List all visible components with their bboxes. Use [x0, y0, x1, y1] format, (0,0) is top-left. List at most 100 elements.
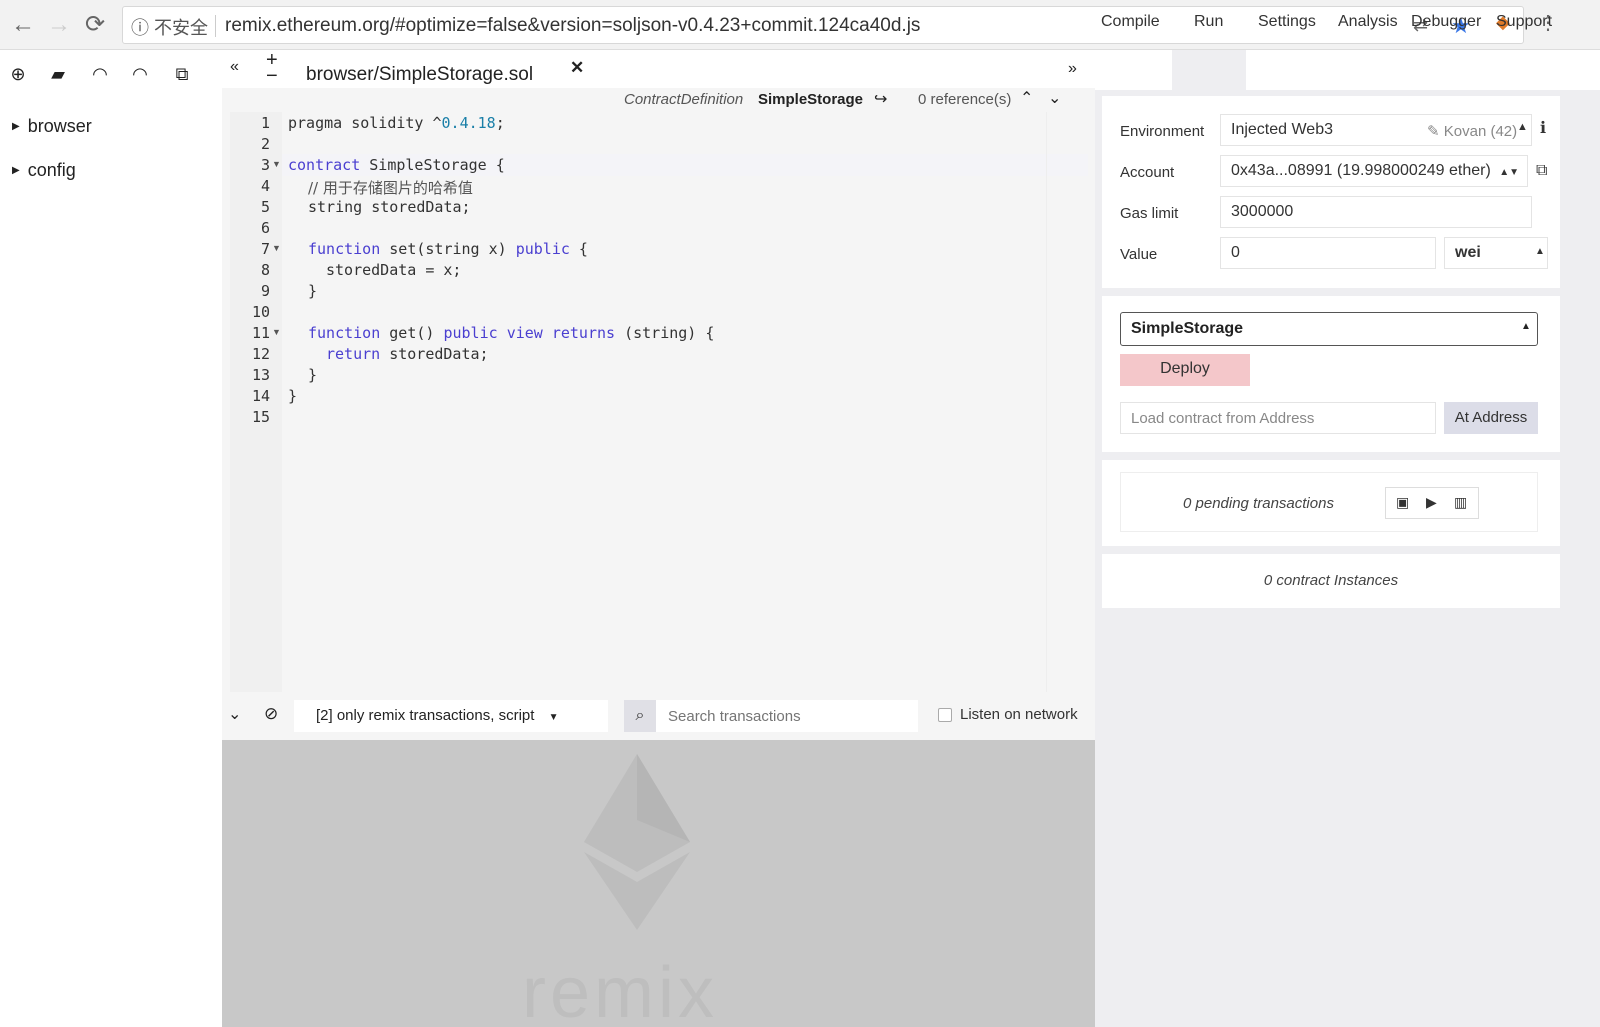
reload-icon[interactable]: ⟳	[80, 10, 110, 40]
value-unit-select[interactable]: wei ▲	[1444, 237, 1548, 269]
trash-icon[interactable]: ▥	[1454, 494, 1467, 511]
file-explorer: ▶ browser ▶ config	[0, 96, 222, 1027]
tab-debugger[interactable]: Debugger	[1411, 13, 1481, 31]
line-number: 6	[260, 219, 270, 237]
open-folder-icon[interactable]: ▰	[46, 62, 70, 86]
pending-transactions-card: 0 pending transactions ▣ ▶ ▥	[1102, 460, 1560, 546]
pending-text: 0 pending transactions	[1183, 495, 1334, 512]
line-number: 9	[260, 282, 270, 300]
security-label: 不安全	[154, 18, 209, 38]
tab-support[interactable]: Support	[1496, 13, 1552, 31]
search-transactions-input[interactable]	[656, 700, 918, 732]
url-divider	[215, 15, 216, 37]
zoom-icon[interactable]: + −	[266, 50, 278, 86]
account-label: Account	[1120, 164, 1175, 181]
github-icon[interactable]: ◠	[88, 62, 112, 86]
line-number: 1	[260, 114, 270, 132]
code-line-8: storedData = x;	[326, 261, 462, 279]
ethereum-logo-icon	[584, 754, 690, 930]
line-number: 14	[251, 387, 270, 405]
forward-icon[interactable]: →	[44, 10, 74, 40]
right-tabbar	[1095, 50, 1600, 90]
tab-simplestorage[interactable]: browser/SimpleStorage.sol	[306, 64, 533, 86]
expand-right-icon[interactable]: »	[1068, 60, 1077, 78]
account-select[interactable]: 0x43a...08991 (19.998000249 ether) ▲▼	[1220, 155, 1528, 187]
tab-compile[interactable]: Compile	[1101, 13, 1160, 31]
collapse-terminal-icon[interactable]: ⌄	[228, 704, 241, 724]
transaction-filter-dropdown[interactable]: [2] only remix transactions, script ▼	[294, 700, 608, 732]
code-line-14: }	[288, 387, 298, 405]
copy-address-icon[interactable]: ⧉	[1536, 162, 1547, 180]
line-number: 5	[260, 198, 270, 216]
print-margin	[1046, 112, 1047, 692]
gas-limit-label: Gas limit	[1120, 205, 1179, 222]
fold-icon[interactable]: ▼	[272, 159, 281, 169]
value-label: Value	[1120, 246, 1158, 263]
environment-select[interactable]: Injected Web3 ✎ Kovan (42) ▲	[1220, 114, 1532, 146]
listen-on-network-label: Listen on network	[960, 706, 1078, 723]
load-address-input[interactable]: Load contract from Address	[1120, 402, 1436, 434]
code-editor[interactable]: pragma solidity ^0.4.18; contract Simple…	[282, 112, 1088, 692]
environment-label: Environment	[1120, 123, 1205, 140]
back-icon[interactable]: ←	[8, 10, 38, 40]
code-line-1: pragma solidity ^0.4.18;	[288, 114, 505, 132]
collapse-left-icon[interactable]: «	[230, 58, 239, 76]
line-number: 4	[260, 177, 270, 195]
line-number: 10	[251, 303, 270, 321]
select-arrows-icon: ▲	[1535, 246, 1545, 257]
context-name: SimpleStorage	[758, 91, 864, 108]
context-kind: ContractDefinition	[624, 91, 744, 108]
line-number: 12	[251, 345, 270, 363]
deploy-button[interactable]: Deploy	[1120, 354, 1250, 386]
listen-on-network-checkbox[interactable]	[938, 708, 952, 722]
code-line-3: contract SimpleStorage {	[288, 156, 505, 174]
copy-icon[interactable]: ⧉	[170, 62, 194, 86]
tree-item-config[interactable]: ▶ config	[12, 160, 76, 181]
remix-watermark: remix	[522, 953, 718, 1027]
contract-select[interactable]: SimpleStorage ▲	[1120, 312, 1538, 346]
chevron-down-icon[interactable]: ⌄	[1048, 88, 1061, 108]
value-input[interactable]: 0	[1220, 237, 1436, 269]
gas-limit-input[interactable]: 3000000	[1220, 196, 1532, 228]
run-settings-card: Environment Injected Web3 ✎ Kovan (42) ▲…	[1102, 96, 1560, 288]
tab-analysis[interactable]: Analysis	[1338, 13, 1398, 31]
tab-settings[interactable]: Settings	[1258, 13, 1316, 31]
github-gist-icon[interactable]: ◠	[128, 62, 152, 86]
terminal-toolbar: ⌄ ⊘ [2] only remix transactions, script …	[222, 694, 1095, 738]
tab-run[interactable]: Run	[1194, 13, 1223, 31]
url-text[interactable]: remix.ethereum.org/#optimize=false&versi…	[225, 15, 920, 37]
play-icon[interactable]: ▶	[1426, 494, 1437, 511]
terminal-output[interactable]: remix	[222, 740, 1095, 1027]
save-icon[interactable]: ▣	[1396, 494, 1409, 511]
security-indicator[interactable]: ⓘ 不安全	[131, 14, 208, 40]
tree-item-browser[interactable]: ▶ browser	[12, 116, 92, 137]
pending-box: 0 pending transactions ▣ ▶ ▥	[1120, 472, 1538, 532]
info-icon: ⓘ	[131, 18, 149, 38]
pending-actions: ▣ ▶ ▥	[1385, 487, 1479, 519]
chevron-up-icon[interactable]: ⌃	[1020, 88, 1033, 108]
line-number: 15	[251, 408, 270, 426]
select-arrows-icon: ▲▼	[1499, 167, 1520, 178]
file-explorer-toolbar: ⊕ ▰ ◠ ◠ ⧉	[0, 50, 222, 96]
contract-instances-card: 0 contract Instances	[1102, 554, 1560, 608]
line-number: 3	[260, 156, 270, 174]
line-number: 13	[251, 366, 270, 384]
select-arrows-icon: ▲	[1521, 321, 1531, 332]
reference-count: 0 reference(s)	[918, 91, 1012, 108]
line-number: 8	[260, 261, 270, 279]
info-icon[interactable]: ℹ	[1540, 118, 1546, 138]
clear-console-icon[interactable]: ⊘	[264, 704, 278, 724]
code-line-12: return storedData;	[326, 345, 489, 363]
fold-icon[interactable]: ▼	[272, 327, 281, 337]
caret-right-icon: ▶	[12, 165, 20, 176]
close-tab-icon[interactable]: ✕	[570, 58, 584, 78]
code-line-13: }	[308, 366, 318, 384]
goto-definition-icon[interactable]: ↪	[874, 89, 887, 109]
deploy-card: SimpleStorage ▲ Deploy Load contract fro…	[1102, 296, 1560, 452]
new-file-icon[interactable]: ⊕	[6, 62, 30, 86]
code-line-7: function set(string x) public {	[308, 240, 588, 258]
line-number: 2	[260, 135, 270, 153]
search-icon[interactable]: ⌕	[624, 700, 656, 732]
fold-icon[interactable]: ▼	[272, 243, 281, 253]
at-address-button[interactable]: At Address	[1444, 402, 1538, 434]
